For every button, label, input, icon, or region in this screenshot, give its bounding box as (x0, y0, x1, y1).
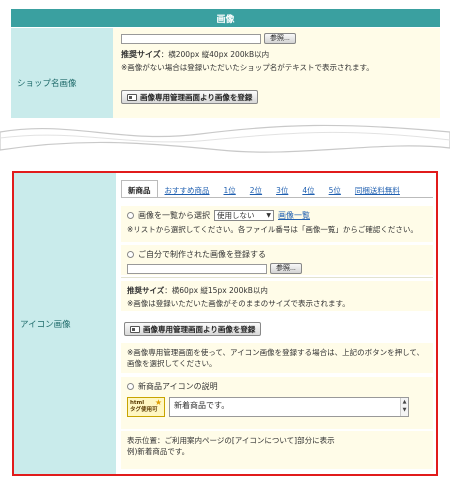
image-section-header: 画像 (11, 9, 440, 27)
shop-image-recommended-size: 推奨サイズ：横200px 縦40px 200kB以内 (121, 49, 432, 60)
own-image-row: ご自分で制作された画像を登録する (127, 249, 427, 260)
icon-browse-button[interactable]: 参照... (270, 263, 302, 274)
description-input-row: html タグ使用可 ★ 新着商品です。 ▲ ▼ (127, 397, 427, 417)
shop-image-note: ※画像がない場合は登録いただいたショップ名がテキストで表示されます。 (121, 63, 374, 72)
image-manager-icon (127, 93, 137, 101)
html-badge-subtext: タグ使用可 (130, 407, 158, 413)
tab-rank-4[interactable]: 4位 (295, 180, 321, 198)
display-position-text: 表示位置：ご利用案内ページの[アイコンについて]部分に表示 (127, 436, 335, 445)
icon-recommended-value: ：横60px 縦15px 200kB以内 (164, 286, 268, 295)
divider (121, 277, 433, 278)
icon-register-button[interactable]: 画像専用管理画面より画像を登録 (124, 322, 262, 336)
shop-image-file-row: 参照... (121, 33, 432, 44)
shop-image-browse-button[interactable]: 参照... (264, 33, 296, 44)
description-panel: 新商品アイコンの説明 html タグ使用可 ★ 新着商品です。 ▲ ▼ (121, 377, 433, 429)
html-badge-text: html (130, 400, 145, 406)
image-list-link[interactable]: 画像一覧 (278, 210, 310, 221)
icon-image-label: アイコン画像 (14, 173, 116, 474)
section-break-wave (0, 118, 450, 162)
recommended-size-title: 推奨サイズ (121, 50, 161, 59)
tab-free-shipping[interactable]: 同梱送料無料 (348, 180, 407, 198)
icon-recommended-note: ※画像は登録いただいた画像がそのままのサイズで表示されます。 (127, 299, 350, 308)
icon-image-panel: 新商品 おすすめ商品 1位 2位 3位 4位 5位 同梱送料無料 画像を一覧から… (116, 173, 436, 474)
display-example-text: 例)新着商品です。 (127, 447, 190, 456)
icon-register-button-label: 画像専用管理画面より画像を登録 (143, 324, 256, 334)
select-from-list-row: 画像を一覧から選択 使用しない ▼ 画像一覧 (127, 210, 427, 221)
icon-file-row: 参照... (127, 263, 427, 274)
shop-image-file-input[interactable] (121, 33, 261, 44)
description-label-row: 新商品アイコンの説明 (127, 381, 427, 392)
icon-recommended-panel: 推奨サイズ：横60px 縦15px 200kB以内 ※画像は登録いただいた画像が… (121, 281, 433, 311)
icon-recommended-title: 推奨サイズ (127, 286, 165, 295)
chevron-down-icon: ▼ (266, 212, 271, 219)
shop-image-register-button[interactable]: 画像専用管理画面より画像を登録 (121, 90, 259, 104)
tab-recommended[interactable]: おすすめ商品 (158, 180, 217, 198)
recommended-size-value: ：横200px 縦40px 200kB以内 (160, 50, 270, 59)
tab-rank-2[interactable]: 2位 (243, 180, 269, 198)
tab-underline (121, 197, 433, 198)
select-from-list-label: 画像を一覧から選択 (138, 211, 210, 220)
select-from-list-radio[interactable] (127, 212, 134, 219)
html-tag-allowed-icon: html タグ使用可 ★ (127, 397, 165, 417)
image-manager-icon (130, 325, 140, 333)
icon-image-select[interactable]: 使用しない ▼ (214, 210, 274, 221)
own-image-label: ご自分で制作された画像を登録する (138, 250, 266, 259)
textarea-scrollbar[interactable]: ▲ ▼ (400, 398, 408, 416)
icon-image-select-value: 使用しない (217, 211, 255, 220)
select-from-list-panel: 画像を一覧から選択 使用しない ▼ 画像一覧 ※リストから選択してください。各フ… (121, 206, 433, 242)
display-position-panel: 表示位置：ご利用案内ページの[アイコンについて]部分に表示 例)新着商品です。 (121, 431, 433, 469)
list-note: ※リストから選択してください。各ファイル番号は「画像一覧」からご確認ください。 (127, 225, 418, 234)
icon-tabs: 新商品 おすすめ商品 1位 2位 3位 4位 5位 同梱送料無料 (121, 180, 407, 198)
own-image-radio[interactable] (127, 251, 134, 258)
description-label: 新商品アイコンの説明 (138, 382, 218, 391)
manage-note: ※画像専用管理画面を使って、アイコン画像を登録する場合は、上記のボタンを押して、… (121, 343, 433, 373)
description-textarea-value: 新着商品です。 (174, 401, 230, 410)
star-icon: ★ (154, 398, 162, 407)
description-textarea[interactable]: 新着商品です。 ▲ ▼ (169, 397, 409, 417)
icon-recommended-size: 推奨サイズ：横60px 縦15px 200kB以内 (127, 285, 427, 296)
own-image-panel: ご自分で制作された画像を登録する 参照... (121, 245, 433, 275)
icon-file-input[interactable] (127, 263, 267, 274)
register-button-label: 画像専用管理画面より画像を登録 (140, 92, 253, 102)
tab-new-item[interactable]: 新商品 (121, 180, 158, 198)
tab-rank-5[interactable]: 5位 (322, 180, 348, 198)
description-bullet (127, 383, 134, 390)
tab-rank-1[interactable]: 1位 (217, 180, 243, 198)
tab-rank-3[interactable]: 3位 (269, 180, 295, 198)
